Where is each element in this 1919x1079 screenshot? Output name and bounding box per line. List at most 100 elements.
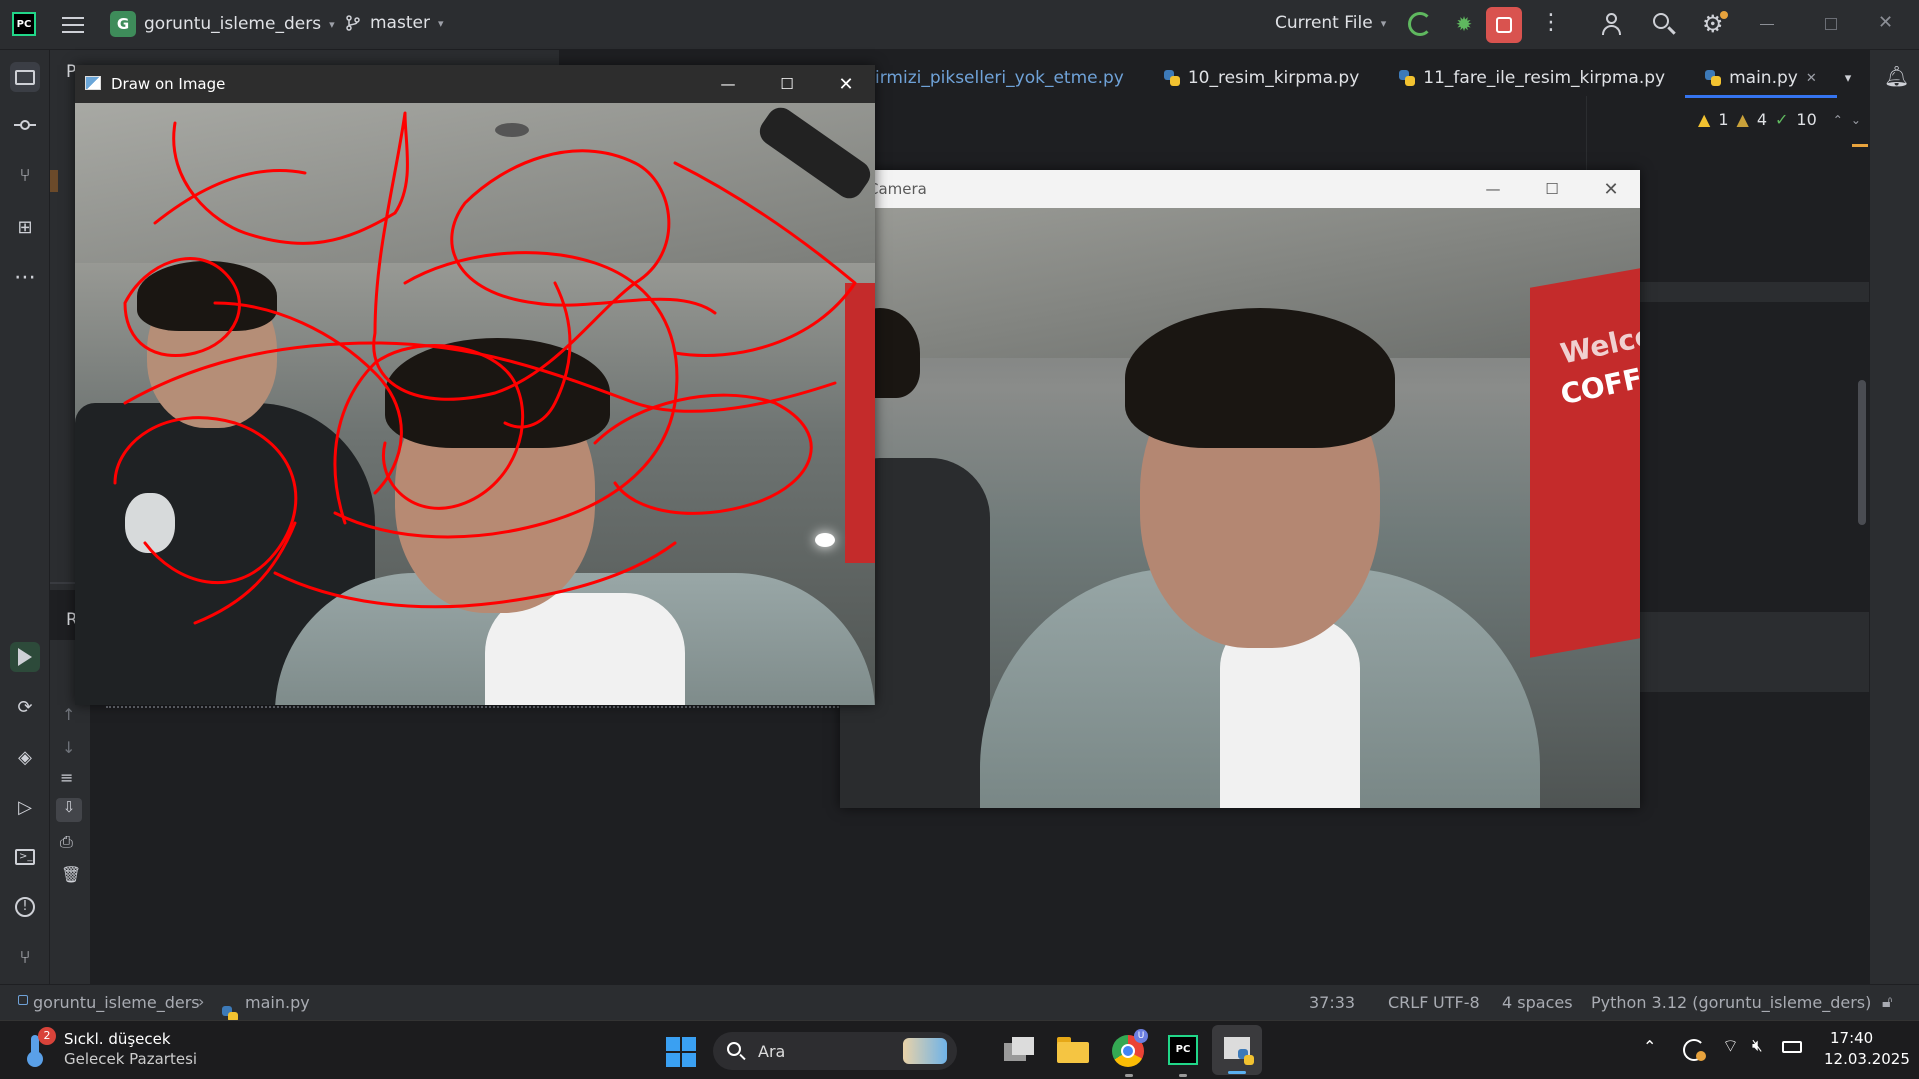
pycharm-logo-icon[interactable]: PC xyxy=(12,12,36,36)
project-name: goruntu_isleme_ders xyxy=(144,14,322,34)
ide-title-bar: PC G goruntu_isleme_ders ▾ master ▾ Curr… xyxy=(0,0,1919,50)
chevron-down-icon: ▾ xyxy=(437,16,444,30)
draw-window-titlebar[interactable]: Draw on Image — ☐ ✕ xyxy=(75,65,875,103)
sync-warning-dot xyxy=(1696,1051,1706,1061)
project-badge: G xyxy=(110,11,136,37)
indent-setting[interactable]: 4 spaces xyxy=(1502,993,1573,1012)
weak-warning-count: 4 xyxy=(1756,110,1767,129)
run-config-selector[interactable]: Current File ▾ xyxy=(1275,13,1386,33)
problems-icon[interactable]: ! xyxy=(10,892,40,922)
breadcrumb-file[interactable]: main.py xyxy=(245,993,310,1012)
project-selector[interactable]: G goruntu_isleme_ders ▾ xyxy=(110,11,335,37)
print-icon[interactable]: ⎙ xyxy=(60,832,73,852)
window-minimize-button[interactable] xyxy=(1760,24,1774,25)
camera-window[interactable]: Camera — ☐ ✕ Welco COFFE xyxy=(840,170,1640,808)
search-placeholder: Ara xyxy=(758,1042,786,1061)
pull-requests-icon[interactable]: ⑂ xyxy=(10,160,40,190)
camera-minimize-button[interactable]: — xyxy=(1464,170,1522,208)
error-stripe-mark xyxy=(1852,144,1868,147)
typo-count: 10 xyxy=(1796,110,1817,129)
pycharm-taskbar-icon[interactable]: PC xyxy=(1168,1035,1198,1065)
task-view-icon[interactable] xyxy=(1004,1037,1034,1063)
close-tab-icon[interactable]: ✕ xyxy=(1806,71,1817,86)
draw-maximize-button[interactable]: ☐ xyxy=(758,65,816,103)
camera-maximize-button[interactable]: ☐ xyxy=(1523,170,1581,208)
red-freehand-drawing xyxy=(113,111,857,625)
speaker-muted-icon[interactable]: 🔇︎ xyxy=(1752,1036,1763,1056)
draw-on-image-window[interactable]: Draw on Image — ☐ ✕ xyxy=(75,65,875,705)
commit-icon[interactable] xyxy=(10,110,40,140)
inspections-widget[interactable]: ▲ 1 ▲ 4 ✓ 10 ⌃ ⌄ xyxy=(1698,110,1861,129)
draw-window-title: Draw on Image xyxy=(111,75,226,93)
more-tools-icon[interactable]: ⋯ xyxy=(10,262,40,292)
breadcrumb-project[interactable]: goruntu_isleme_ders xyxy=(33,993,200,1012)
arrow-up-icon[interactable]: ↑ xyxy=(62,705,75,724)
lock-icon[interactable]: 🔓︎ xyxy=(1882,992,1892,1012)
rerun-icon[interactable] xyxy=(1408,12,1432,36)
draw-close-button[interactable]: ✕ xyxy=(817,65,875,103)
notifications-bell-icon[interactable]: 🔔︎ xyxy=(1884,64,1909,88)
stop-icon xyxy=(1496,17,1512,33)
version-control-icon[interactable]: ⑂ xyxy=(10,942,40,972)
chevron-down-icon: ▾ xyxy=(1380,16,1387,30)
chevron-down-icon: ▾ xyxy=(329,17,335,31)
line-separator[interactable]: CRLF xyxy=(1388,993,1428,1012)
branch-selector[interactable]: master ▾ xyxy=(344,13,443,33)
caret-position[interactable]: 37:33 xyxy=(1309,993,1355,1012)
tab-label: irmizi_pikselleri_yok_etme.py xyxy=(875,68,1124,88)
run-tool-icon[interactable] xyxy=(10,642,40,672)
tab-label: main.py xyxy=(1729,68,1798,88)
more-actions-icon[interactable]: ⋮ xyxy=(1540,10,1562,35)
clock-time[interactable]: 17:40 xyxy=(1830,1029,1873,1047)
python-app-taskbar-button[interactable] xyxy=(1212,1025,1262,1075)
weak-warning-icon: ▲ xyxy=(1736,110,1749,129)
battery-icon[interactable] xyxy=(1782,1041,1802,1053)
python-console-icon[interactable]: ⟳ xyxy=(10,692,40,722)
tab-list-dropdown[interactable]: ▾ xyxy=(1837,58,1860,98)
tab-resim-kirpma[interactable]: 10_resim_kirpma.py xyxy=(1144,58,1379,98)
taskbar-search-box[interactable]: Ara xyxy=(713,1032,957,1070)
clock-date[interactable]: 12.03.2025 xyxy=(1824,1050,1910,1068)
python-interpreter[interactable]: Python 3.12 (goruntu_isleme_ders) xyxy=(1591,993,1871,1012)
git-branch-icon xyxy=(346,15,360,31)
show-hidden-icons-chevron-up-icon[interactable]: ⌃ xyxy=(1643,1037,1656,1056)
breadcrumb-separator-icon: › xyxy=(198,992,205,1011)
editor-scrollbar[interactable] xyxy=(1858,380,1866,525)
draw-minimize-button[interactable]: — xyxy=(699,65,757,103)
window-close-button[interactable]: ✕ xyxy=(1878,12,1893,33)
main-menu-icon[interactable] xyxy=(62,13,84,35)
services-icon[interactable]: ▷ xyxy=(10,792,40,822)
search-icon[interactable] xyxy=(1652,12,1676,36)
chevron-down-icon[interactable]: ⌄ xyxy=(1851,113,1861,127)
file-encoding[interactable]: UTF-8 xyxy=(1433,993,1480,1012)
weather-title[interactable]: Sıckl. düşecek xyxy=(64,1030,171,1048)
draw-canvas-image[interactable] xyxy=(75,103,875,705)
add-user-icon[interactable] xyxy=(1601,12,1625,36)
python-file-icon xyxy=(1399,70,1416,86)
scroll-to-end-icon[interactable]: ⇩ xyxy=(56,798,82,822)
tab-kirmizi-pikselleri[interactable]: irmizi_pikselleri_yok_etme.py xyxy=(875,58,1144,98)
trash-icon[interactable]: 🗑 xyxy=(61,865,81,884)
file-explorer-icon[interactable] xyxy=(1057,1037,1089,1063)
terminal-icon[interactable]: >_ xyxy=(10,842,40,872)
wifi-icon[interactable]: ⌔ xyxy=(1722,1035,1739,1058)
soft-wrap-icon[interactable]: ≡ xyxy=(60,768,73,787)
console-output-line xyxy=(106,706,866,709)
windows-start-icon[interactable] xyxy=(666,1037,696,1067)
python-packages-icon[interactable]: ◈ xyxy=(10,742,40,772)
debug-icon[interactable]: ✹ xyxy=(1452,12,1476,36)
stop-button[interactable] xyxy=(1486,7,1522,43)
tab-fare-ile-resim-kirpma[interactable]: 11_fare_ile_resim_kirpma.py xyxy=(1379,58,1685,98)
window-restore-button[interactable] xyxy=(1825,18,1837,30)
warning-count: 1 xyxy=(1718,110,1729,129)
camera-window-titlebar[interactable]: Camera — ☐ ✕ xyxy=(840,170,1640,208)
windows-taskbar: 2 Sıckl. düşecek Gelecek Pazartesi Ara U… xyxy=(0,1020,1919,1079)
chevron-up-icon[interactable]: ⌃ xyxy=(1833,113,1843,127)
project-folder-icon[interactable] xyxy=(10,62,40,92)
camera-close-button[interactable]: ✕ xyxy=(1582,170,1640,208)
tab-main-py[interactable]: main.py ✕ xyxy=(1685,58,1837,98)
typo-check-icon: ✓ xyxy=(1775,110,1789,129)
structure-icon[interactable]: ⊞ xyxy=(10,212,40,242)
python-file-icon xyxy=(1705,70,1722,86)
arrow-down-icon[interactable]: ↓ xyxy=(62,738,75,757)
